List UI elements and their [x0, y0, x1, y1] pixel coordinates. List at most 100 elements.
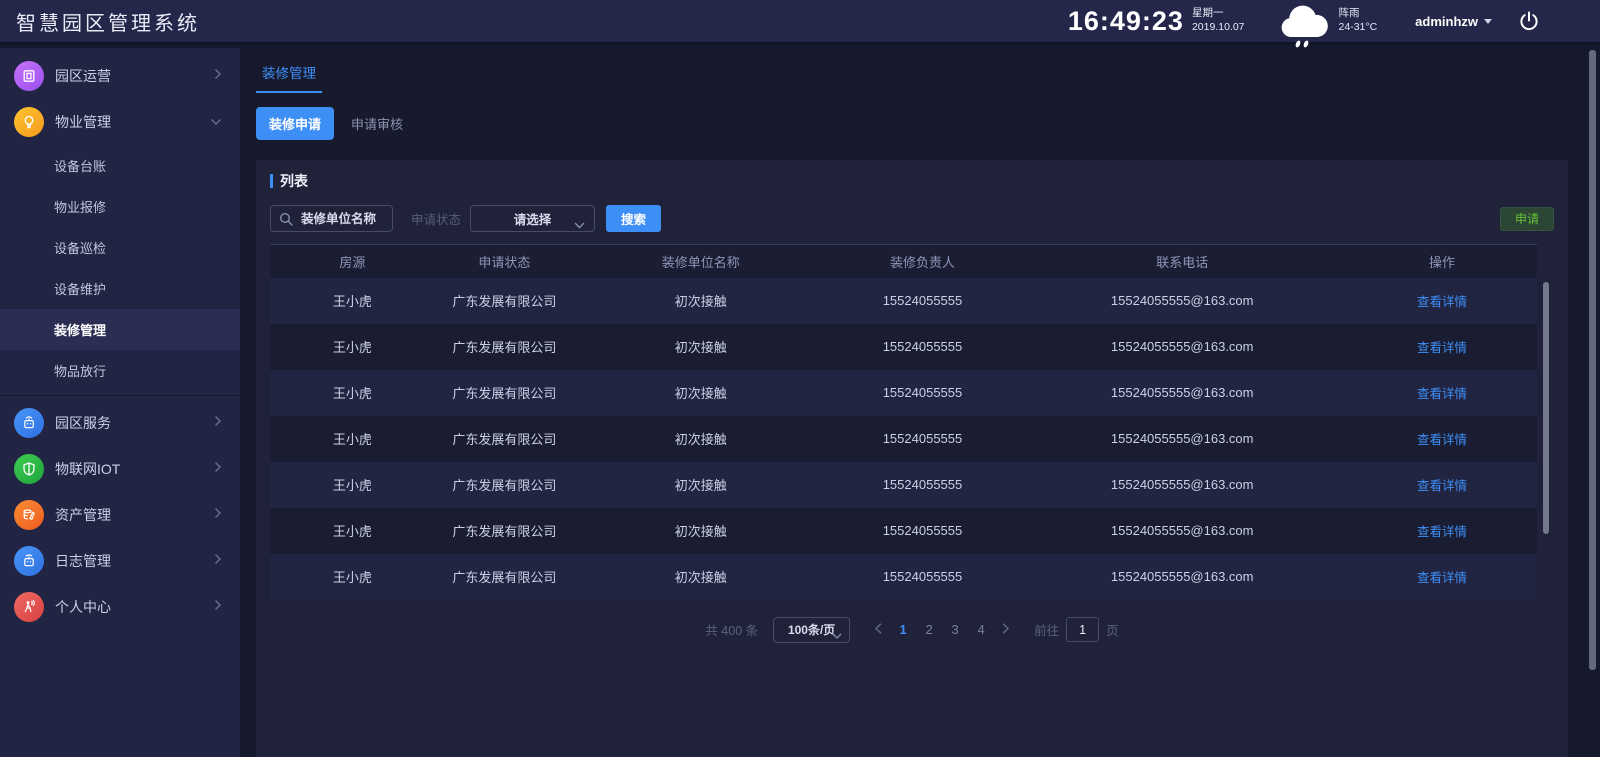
- caret-down-icon: [1484, 19, 1492, 24]
- sidebar-subitem-device-maintenance[interactable]: 设备维护: [0, 268, 240, 309]
- cell-unit: 初次接触: [574, 370, 827, 416]
- cell-status: 广东发展有限公司: [435, 554, 574, 600]
- unit-name-search-box[interactable]: [270, 205, 393, 232]
- cell-room: 王小虎: [270, 508, 435, 554]
- goto-page-input[interactable]: [1066, 617, 1099, 642]
- sidebar-subitem-goods-release[interactable]: 物品放行: [0, 350, 240, 391]
- cell-phone: 15524055555@163.com: [1018, 416, 1347, 462]
- property-management-icon: [14, 107, 44, 137]
- cell-phone: 15524055555@163.com: [1018, 370, 1347, 416]
- page-size-select[interactable]: 100条/页: [773, 617, 850, 643]
- view-detail-link[interactable]: 查看详情: [1417, 295, 1467, 309]
- pagination-total: 共 400 条: [705, 620, 758, 639]
- sidebar-item-label: 物联网IOT: [55, 459, 120, 479]
- cell-manager: 15524055555: [827, 508, 1017, 554]
- status-select[interactable]: 请选择: [470, 205, 595, 232]
- cell-manager: 15524055555: [827, 324, 1017, 370]
- view-detail-link[interactable]: 查看详情: [1417, 479, 1467, 493]
- tab-decoration-management[interactable]: 装修管理: [256, 62, 322, 93]
- col-header: 房源: [270, 245, 435, 278]
- cell-room: 王小虎: [270, 416, 435, 462]
- view-detail-link[interactable]: 查看详情: [1417, 341, 1467, 355]
- view-detail-link[interactable]: 查看详情: [1417, 571, 1467, 585]
- sidebar-item-park-operation[interactable]: 园区运营: [0, 53, 240, 99]
- sidebar-item-asset-management[interactable]: 资产管理: [0, 492, 240, 538]
- cell-phone: 15524055555@163.com: [1018, 324, 1347, 370]
- chevron-down-icon: [832, 628, 842, 642]
- chevron-right-icon: [214, 67, 222, 85]
- weather-stack: 阵雨 24-31°C: [1339, 7, 1378, 34]
- status-label: 申请状态: [411, 209, 461, 228]
- page-number-4[interactable]: 4: [968, 622, 994, 637]
- sidebar-item-property-management[interactable]: 物业管理: [0, 99, 240, 145]
- sidebar-item-log-management[interactable]: 日志管理: [0, 538, 240, 584]
- list-title: 列表: [270, 171, 1554, 191]
- cell-unit: 初次接触: [574, 462, 827, 508]
- col-header: 申请状态: [435, 245, 574, 278]
- page-number-1[interactable]: 1: [890, 622, 916, 637]
- chevron-right-icon: [214, 598, 222, 616]
- table-row: 王小虎 广东发展有限公司 初次接触 15524055555 1552405555…: [270, 462, 1537, 508]
- sidebar-subitem-property-repair[interactable]: 物业报修: [0, 186, 240, 227]
- cell-manager: 15524055555: [827, 554, 1017, 600]
- view-detail-link[interactable]: 查看详情: [1417, 433, 1467, 447]
- page-number-2[interactable]: 2: [916, 622, 942, 637]
- list-panel: 列表 申请状态 请选择 搜索 申请: [256, 160, 1568, 757]
- col-header: 操作: [1347, 245, 1537, 278]
- next-page-button[interactable]: [994, 622, 1018, 637]
- decoration-table: 房源 申请状态 装修单位名称 装修负责人 联系电话 操作 王小虎 广东发展有限公…: [270, 244, 1554, 600]
- cell-status: 广东发展有限公司: [435, 462, 574, 508]
- cell-room: 王小虎: [270, 278, 435, 324]
- header-right: 16:49:23 星期一 2019.10.07 阵雨 24-31°C admin…: [1068, 0, 1600, 44]
- app-title: 智慧园区管理系统: [16, 7, 200, 36]
- cell-phone: 15524055555@163.com: [1018, 508, 1347, 554]
- cell-room: 王小虎: [270, 324, 435, 370]
- sidebar-item-personal-center[interactable]: 个人中心: [0, 584, 240, 630]
- tab-decoration-apply[interactable]: 装修申请: [256, 107, 334, 140]
- prev-page-button[interactable]: [866, 622, 890, 637]
- sidebar-item-label: 园区服务: [55, 413, 111, 433]
- page-number-3[interactable]: 3: [942, 622, 968, 637]
- sidebar: 园区运营 物业管理 设备台账 物业报修 设备巡检 设备维护 装修管理 物品放行 …: [0, 48, 240, 757]
- cell-manager: 15524055555: [827, 416, 1017, 462]
- top-header: 智慧园区管理系统 16:49:23 星期一 2019.10.07 阵雨 24-3…: [0, 0, 1600, 45]
- logout-button[interactable]: [1518, 10, 1540, 32]
- sidebar-item-label: 资产管理: [55, 505, 111, 525]
- table-header: 房源 申请状态 装修单位名称 装修负责人 联系电话 操作: [270, 245, 1537, 278]
- goto-suffix: 页: [1106, 620, 1119, 639]
- user-menu[interactable]: adminhzw: [1415, 14, 1492, 29]
- page-tabs: 装修管理: [256, 48, 1568, 93]
- table-scrollbar-thumb[interactable]: [1543, 282, 1549, 534]
- title-accent-bar: [270, 174, 273, 188]
- power-icon: [1518, 10, 1540, 32]
- cell-manager: 15524055555: [827, 462, 1017, 508]
- sidebar-item-iot[interactable]: 物联网IOT: [0, 446, 240, 492]
- filter-row: 申请状态 请选择 搜索 申请: [270, 205, 1554, 232]
- apply-button[interactable]: 申请: [1500, 207, 1554, 231]
- search-icon: [279, 212, 293, 226]
- page-scrollbar-thumb[interactable]: [1589, 50, 1596, 670]
- sidebar-subitem-device-ledger[interactable]: 设备台账: [0, 145, 240, 186]
- cell-unit: 初次接触: [574, 324, 827, 370]
- personal-center-icon: [14, 592, 44, 622]
- cell-status: 广东发展有限公司: [435, 508, 574, 554]
- cell-status: 广东发展有限公司: [435, 416, 574, 462]
- chevron-right-icon: [214, 460, 222, 478]
- date-stack: 星期一 2019.10.07: [1192, 7, 1245, 34]
- park-operation-icon: [14, 61, 44, 91]
- cloud-rain-icon: [1275, 0, 1333, 44]
- cell-unit: 初次接触: [574, 416, 827, 462]
- view-detail-link[interactable]: 查看详情: [1417, 387, 1467, 401]
- iot-icon: [14, 454, 44, 484]
- sidebar-subitem-decoration-management[interactable]: 装修管理: [0, 309, 240, 350]
- col-header: 装修负责人: [827, 245, 1017, 278]
- search-button[interactable]: 搜索: [606, 205, 661, 232]
- sidebar-item-park-service[interactable]: 园区服务: [0, 400, 240, 446]
- tab-apply-review[interactable]: 申请审核: [351, 114, 403, 133]
- table-row: 王小虎 广东发展有限公司 初次接触 15524055555 1552405555…: [270, 554, 1537, 600]
- pagination: 共 400 条 100条/页 1 2 3 4 前往 页: [270, 617, 1554, 643]
- unit-name-input[interactable]: [293, 212, 384, 226]
- sidebar-item-label: 物业管理: [55, 112, 111, 132]
- view-detail-link[interactable]: 查看详情: [1417, 525, 1467, 539]
- sidebar-subitem-device-inspection[interactable]: 设备巡检: [0, 227, 240, 268]
